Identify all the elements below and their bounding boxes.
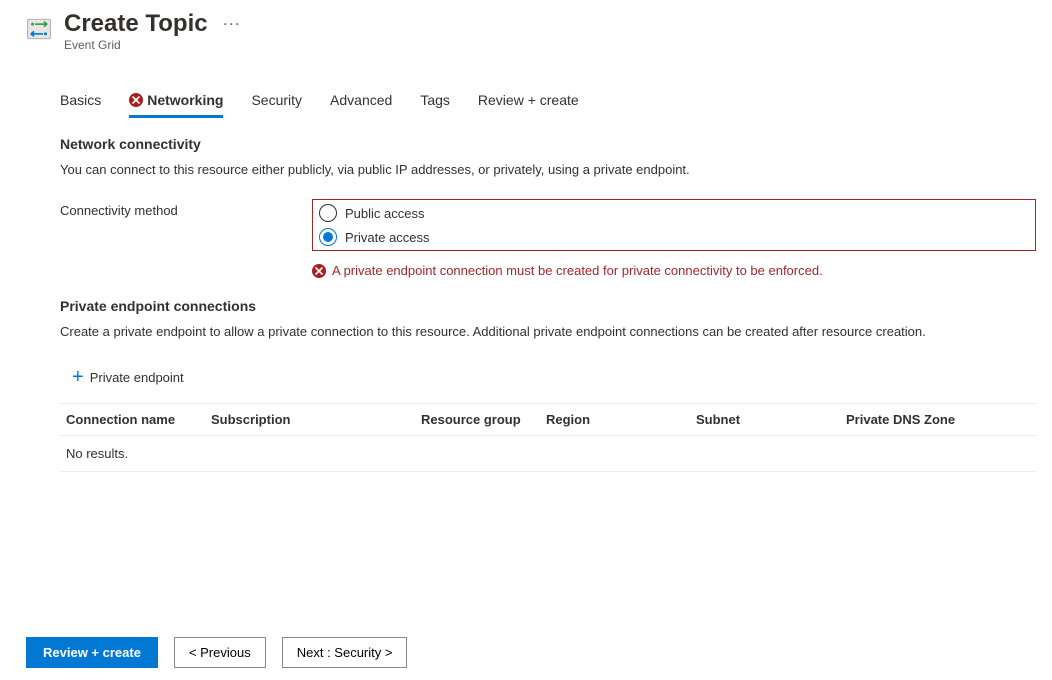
error-icon bbox=[312, 264, 326, 278]
review-create-button[interactable]: Review + create bbox=[26, 637, 158, 668]
table-empty-row: No results. bbox=[60, 436, 1036, 472]
radio-icon bbox=[319, 228, 337, 246]
private-endpoint-heading: Private endpoint connections bbox=[60, 298, 1036, 314]
tab-security[interactable]: Security bbox=[251, 84, 302, 118]
col-connection-name[interactable]: Connection name bbox=[60, 404, 205, 436]
public-access-radio[interactable]: Public access bbox=[319, 204, 1029, 222]
col-subscription[interactable]: Subscription bbox=[205, 404, 415, 436]
col-region[interactable]: Region bbox=[540, 404, 690, 436]
page-subtitle: Event Grid bbox=[64, 38, 246, 52]
col-private-dns-zone[interactable]: Private DNS Zone bbox=[840, 404, 1036, 436]
connectivity-method-label: Connectivity method bbox=[60, 199, 312, 218]
radio-icon bbox=[319, 204, 337, 222]
plus-icon: + bbox=[72, 367, 84, 387]
connectivity-error-message: A private endpoint connection must be cr… bbox=[312, 257, 823, 278]
tab-bar: Basics Networking Security Advanced Tags… bbox=[60, 84, 1036, 118]
col-subnet[interactable]: Subnet bbox=[690, 404, 840, 436]
col-resource-group[interactable]: Resource group bbox=[415, 404, 540, 436]
add-private-endpoint-button[interactable]: + Private endpoint bbox=[68, 361, 188, 393]
previous-button[interactable]: < Previous bbox=[174, 637, 266, 668]
next-button[interactable]: Next : Security > bbox=[282, 637, 408, 668]
tab-basics[interactable]: Basics bbox=[60, 84, 101, 118]
error-icon bbox=[129, 93, 143, 107]
tab-networking[interactable]: Networking bbox=[129, 84, 223, 118]
page-title: Create Topic bbox=[64, 10, 208, 38]
event-grid-icon bbox=[26, 16, 52, 42]
private-endpoint-description: Create a private endpoint to allow a pri… bbox=[60, 324, 1036, 339]
tab-tags[interactable]: Tags bbox=[420, 84, 450, 118]
public-access-label: Public access bbox=[345, 206, 424, 221]
tab-advanced[interactable]: Advanced bbox=[330, 84, 392, 118]
private-endpoint-table: Connection name Subscription Resource gr… bbox=[60, 403, 1036, 472]
footer-buttons: Review + create < Previous Next : Securi… bbox=[26, 637, 407, 668]
tab-review-create[interactable]: Review + create bbox=[478, 84, 579, 118]
more-actions-button[interactable]: ··· bbox=[220, 17, 246, 31]
network-connectivity-description: You can connect to this resource either … bbox=[60, 162, 1036, 177]
connectivity-method-group: Public access Private access bbox=[312, 199, 1036, 251]
private-access-radio[interactable]: Private access bbox=[319, 228, 1029, 246]
private-access-label: Private access bbox=[345, 230, 430, 245]
network-connectivity-heading: Network connectivity bbox=[60, 136, 1036, 152]
